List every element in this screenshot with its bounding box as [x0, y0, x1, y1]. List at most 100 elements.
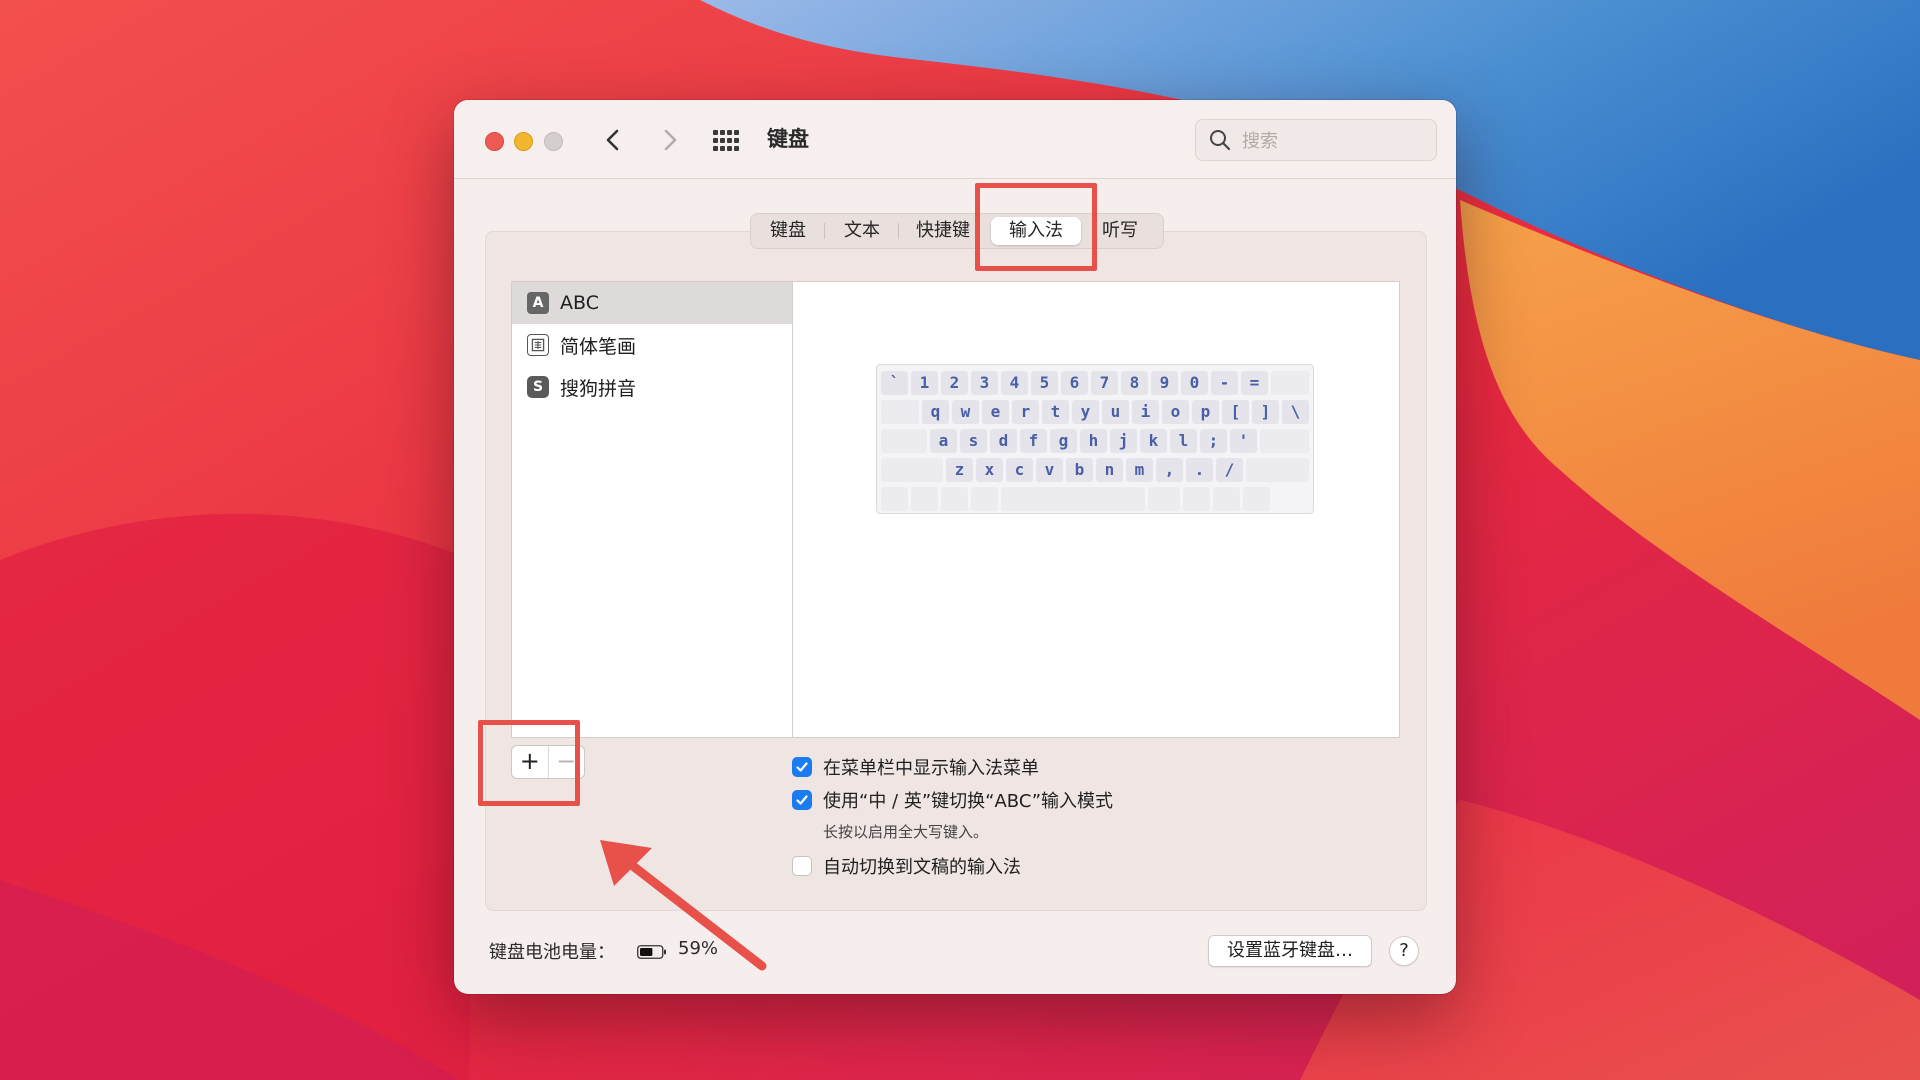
keyboard-key: l [1170, 429, 1197, 453]
keyboard-space-key: · [1001, 487, 1145, 511]
option-switch-abc[interactable]: 使用“中 / 英”键切换“ABC”输入模式 [792, 787, 1113, 813]
search-input[interactable] [1240, 126, 1424, 156]
keyboard-key: · [1246, 458, 1309, 482]
keyboard-key: u [1102, 400, 1129, 424]
search-icon [1210, 130, 1231, 151]
keyboard-key: s [960, 429, 987, 453]
keyboard-key: 8 [1121, 371, 1148, 395]
keyboard-key: 2 [941, 371, 968, 395]
keyboard-key: · [911, 487, 938, 511]
checkbox-checked[interactable] [792, 757, 812, 777]
keyboard-key: 7 [1091, 371, 1118, 395]
keyboard-key: \ [1282, 400, 1309, 424]
annotation-arrow-icon [600, 840, 767, 971]
list-item-label: 搜狗拼音 [560, 377, 637, 400]
keyboard-key: o [1162, 400, 1189, 424]
checkbox-unchecked[interactable] [792, 856, 812, 876]
window-title: 键盘 [767, 127, 809, 151]
keyboard-key: · [1260, 429, 1309, 453]
highlight-box-tab [975, 183, 1097, 271]
keyboard-key: b [1066, 458, 1093, 482]
list-item-label: 简体笔画 [560, 335, 637, 358]
keyboard-key: d [990, 429, 1017, 453]
keyboard-key: h [1080, 429, 1107, 453]
keyboard-key: t [1042, 400, 1069, 424]
keyboard-key: 1 [911, 371, 938, 395]
keyboard-preview: `1234567890-=··qwertyuiop[]\·asdfghjkl;'… [792, 281, 1400, 738]
tab-bar: 键盘 文本 快捷键 输入法 听写 [750, 213, 1164, 249]
tab-shortcuts[interactable]: 快捷键 [899, 214, 987, 248]
keyboard-key: · [881, 487, 908, 511]
keyboard-key: · [881, 400, 919, 424]
keyboard-key: 3 [971, 371, 998, 395]
zoom-window-button[interactable] [544, 132, 563, 151]
minimize-window-button[interactable] [514, 132, 533, 151]
option-show-menu[interactable]: 在菜单栏中显示输入法菜单 [792, 754, 1039, 780]
keyboard-key: 5 [1031, 371, 1058, 395]
keyboard-key: p [1192, 400, 1219, 424]
keyboard-row: `1234567890-=· [881, 371, 1309, 395]
checkmark-icon [796, 762, 808, 772]
keyboard-key: / [1216, 458, 1243, 482]
forward-button[interactable] [653, 124, 685, 156]
tab-text[interactable]: 文本 [825, 214, 899, 248]
keyboard-key: ' [1230, 429, 1257, 453]
keyboard-key: 6 [1061, 371, 1088, 395]
keyboard-key: g [1050, 429, 1077, 453]
option-label: 使用“中 / 英”键切换“ABC”输入模式 [823, 791, 1114, 812]
close-window-button[interactable] [485, 132, 504, 151]
keyboard-key: y [1072, 400, 1099, 424]
list-item-abc[interactable]: A ABC [512, 282, 792, 324]
abc-icon: A [527, 292, 549, 314]
stroke-icon [527, 334, 549, 356]
keyboard-layout: `1234567890-=··qwertyuiop[]\·asdfghjkl;'… [876, 364, 1314, 514]
keyboard-key: q [922, 400, 949, 424]
option-label: 在菜单栏中显示输入法菜单 [823, 758, 1039, 779]
list-item-stroke[interactable]: 简体笔画 [512, 324, 792, 366]
keyboard-key: · [1243, 487, 1270, 511]
checkbox-checked[interactable] [792, 790, 812, 810]
keyboard-key: w [952, 400, 979, 424]
option-label: 自动切换到文稿的输入法 [823, 857, 1021, 878]
title-bar: 键盘 [454, 100, 1456, 179]
keyboard-key: f [1020, 429, 1047, 453]
keyboard-key: x [976, 458, 1003, 482]
keyboard-key: 0 [1181, 371, 1208, 395]
keyboard-key: m [1126, 458, 1153, 482]
keyboard-key: · [1183, 487, 1210, 511]
keyboard-key: c [1006, 458, 1033, 482]
search-field[interactable] [1195, 119, 1437, 161]
tab-keyboard[interactable]: 键盘 [751, 214, 825, 248]
keyboard-key: · [881, 458, 943, 482]
list-item-sogou[interactable]: S 搜狗拼音 [512, 366, 792, 408]
keyboard-key: e [982, 400, 1009, 424]
option-hint: 长按以启用全大写键入。 [823, 823, 989, 841]
keyboard-key: · [1271, 371, 1309, 395]
keyboard-row: ········· [881, 487, 1309, 511]
keyboard-key: k [1140, 429, 1167, 453]
keyboard-key: · [941, 487, 968, 511]
setup-bluetooth-keyboard-button[interactable]: 设置蓝牙键盘… [1208, 935, 1372, 967]
option-auto-switch[interactable]: 自动切换到文稿的输入法 [792, 853, 1021, 879]
keyboard-key: · [1213, 487, 1240, 511]
back-button[interactable] [598, 124, 630, 156]
keyboard-key: i [1132, 400, 1159, 424]
help-button[interactable]: ? [1389, 936, 1419, 966]
chevron-right-icon [664, 129, 677, 151]
keyboard-key: . [1186, 458, 1213, 482]
keyboard-key: ` [881, 371, 908, 395]
keyboard-key: [ [1222, 400, 1249, 424]
keyboard-key: j [1110, 429, 1137, 453]
keyboard-key: , [1156, 458, 1183, 482]
keyboard-row: ·zxcvbnm,./· [881, 458, 1309, 482]
keyboard-key: r [1012, 400, 1039, 424]
show-all-button[interactable] [710, 126, 742, 156]
keyboard-row: ·qwertyuiop[]\ [881, 400, 1309, 424]
keyboard-row: ·asdfghjkl;'· [881, 429, 1309, 453]
keyboard-key: 9 [1151, 371, 1178, 395]
keyboard-key: · [971, 487, 998, 511]
keyboard-key: a [930, 429, 957, 453]
input-source-list: A ABC 简体笔画 S 搜狗拼音 [511, 281, 792, 738]
sogou-icon: S [527, 376, 549, 398]
keyboard-key: = [1241, 371, 1268, 395]
